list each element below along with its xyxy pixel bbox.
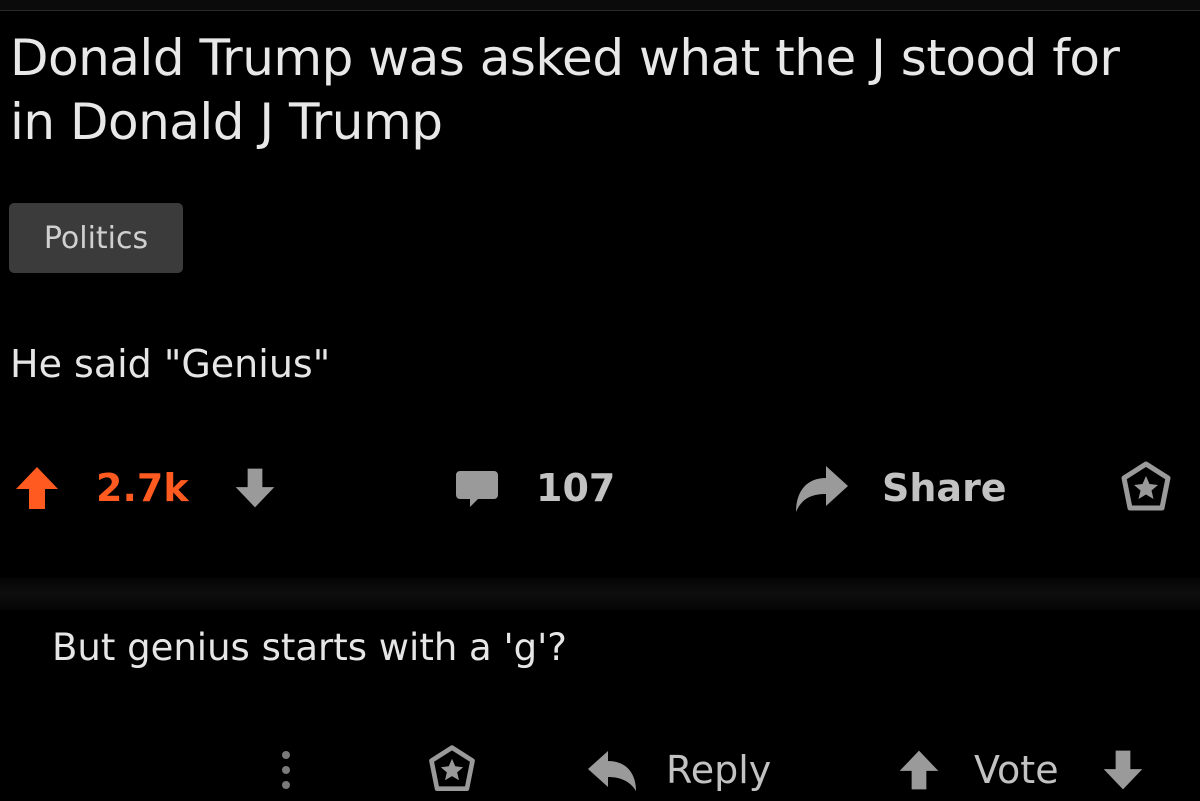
- downvote-arrow-icon: [1103, 750, 1143, 789]
- upvote-arrow-icon: [899, 750, 939, 789]
- post-body: He said "Genius": [10, 342, 331, 386]
- share-button[interactable]: [790, 455, 850, 521]
- upvote-arrow-icon: [16, 467, 58, 509]
- comment-action-bar: Reply Vote: [0, 738, 1200, 801]
- award-icon: [429, 744, 475, 791]
- comment-upvote-button[interactable]: [896, 738, 942, 801]
- comments-button[interactable]: [452, 455, 502, 521]
- more-dots-icon: [282, 750, 290, 789]
- award-button[interactable]: [1116, 455, 1176, 521]
- reply-button[interactable]: [584, 738, 640, 801]
- share-arrow-icon: [796, 466, 848, 512]
- comment-text: But genius starts with a 'g'?: [52, 626, 567, 669]
- comment-award-button[interactable]: [424, 738, 480, 801]
- more-options-button[interactable]: [276, 738, 296, 801]
- section-divider: [0, 578, 1200, 610]
- downvote-button[interactable]: [232, 455, 278, 521]
- upvote-button[interactable]: [12, 455, 62, 521]
- post-action-bar: 2.7k 107 Share: [0, 455, 1200, 521]
- reply-arrow-icon: [588, 750, 636, 791]
- top-border: [0, 0, 1200, 11]
- award-icon: [1121, 461, 1171, 511]
- flair-label: Politics: [43, 220, 149, 256]
- comment-downvote-button[interactable]: [1100, 738, 1146, 801]
- comment-bubble-icon: [456, 471, 498, 507]
- comment-count[interactable]: 107: [536, 455, 615, 521]
- downvote-arrow-icon: [235, 468, 275, 508]
- share-label[interactable]: Share: [882, 455, 1007, 521]
- reply-label[interactable]: Reply: [666, 738, 771, 801]
- post-title[interactable]: Donald Trump was asked what the J stood …: [10, 26, 1160, 154]
- vote-label: Vote: [974, 747, 1059, 792]
- score-count: 2.7k: [96, 466, 189, 510]
- flair-badge[interactable]: Politics: [9, 203, 183, 273]
